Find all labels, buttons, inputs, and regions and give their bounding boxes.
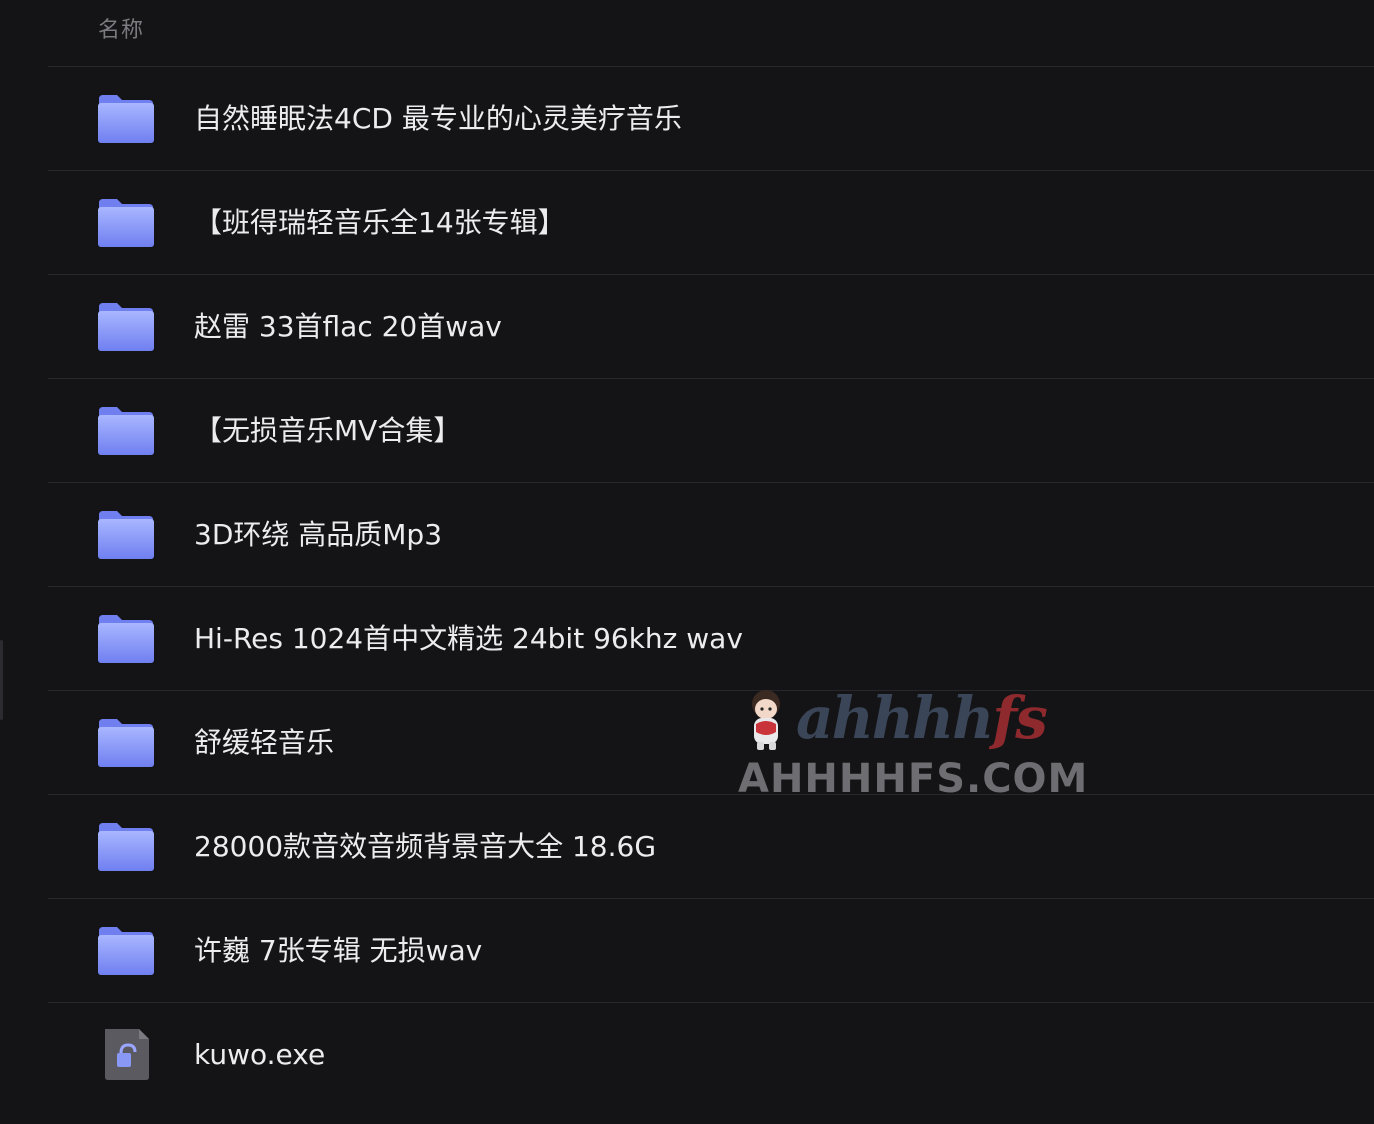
file-name: kuwo.exe: [194, 1038, 326, 1071]
folder-row[interactable]: 舒缓轻音乐: [48, 691, 1374, 795]
folder-row[interactable]: 3D环绕 高品质Mp3: [48, 483, 1374, 587]
folder-row[interactable]: 【无损音乐MV合集】: [48, 379, 1374, 483]
name-column-header[interactable]: 名称: [98, 12, 144, 44]
file-name: 28000款音效音频背景音大全 18.6G: [194, 830, 657, 863]
file-list: 自然睡眠法4CD 最专业的心灵美疗音乐 【班得瑞轻音乐全14张专辑】 赵雷 33首f…: [48, 67, 1374, 1106]
column-header: 名称: [48, 0, 1374, 67]
file-name: 3D环绕 高品质Mp3: [194, 518, 443, 551]
folder-icon: [97, 299, 155, 353]
file-name: 自然睡眠法4CD 最专业的心灵美疗音乐: [194, 102, 682, 135]
window-edge: [0, 640, 3, 720]
folder-row[interactable]: 赵雷 33首flac 20首wav: [48, 275, 1374, 379]
folder-icon: [97, 715, 155, 769]
folder-icon: [97, 923, 155, 977]
folder-row[interactable]: 【班得瑞轻音乐全14张专辑】: [48, 171, 1374, 275]
folder-icon: [97, 403, 155, 457]
file-name: 赵雷 33首flac 20首wav: [194, 310, 502, 343]
file-name: 【班得瑞轻音乐全14张专辑】: [194, 206, 566, 239]
folder-icon: [97, 195, 155, 249]
file-name: 【无损音乐MV合集】: [194, 414, 462, 447]
folder-icon: [97, 507, 155, 561]
folder-icon: [97, 611, 155, 665]
file-browser-panel: 名称 自然睡眠法4CD 最专业的心灵美疗音乐 【班得瑞轻音乐全14张专辑】 赵雷 3…: [0, 0, 1374, 1124]
folder-row[interactable]: 许巍 7张专辑 无损wav: [48, 899, 1374, 1003]
folder-row[interactable]: 自然睡眠法4CD 最专业的心灵美疗音乐: [48, 67, 1374, 171]
file-name: 舒缓轻音乐: [194, 726, 335, 759]
file-name: 许巍 7张专辑 无损wav: [194, 934, 483, 967]
file-row[interactable]: kuwo.exe: [48, 1003, 1374, 1106]
folder-row[interactable]: 28000款音效音频背景音大全 18.6G: [48, 795, 1374, 899]
folder-icon: [97, 91, 155, 145]
file-name: Hi-Res 1024首中文精选 24bit 96khz wav: [194, 622, 743, 655]
folder-icon: [97, 819, 155, 873]
folder-row[interactable]: Hi-Res 1024首中文精选 24bit 96khz wav: [48, 587, 1374, 691]
executable-file-icon: [97, 1027, 155, 1081]
